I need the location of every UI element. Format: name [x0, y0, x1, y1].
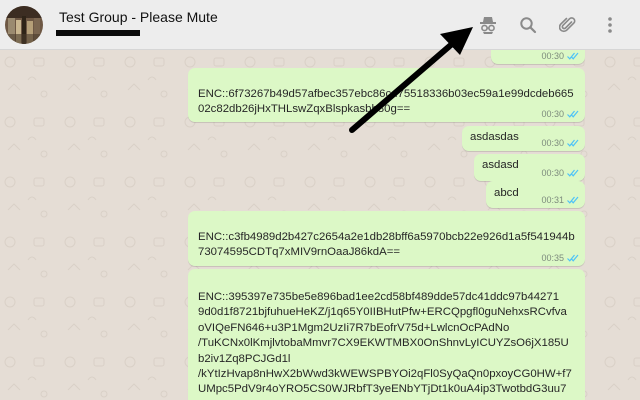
search-icon[interactable] — [516, 13, 540, 37]
message-text: test — [500, 50, 518, 55]
message-text: asdasdas — [470, 131, 519, 143]
incognito-icon[interactable] — [476, 13, 500, 37]
message-meta: 00:35 — [541, 253, 579, 263]
message-time: 00:30 — [541, 51, 564, 61]
read-ticks-icon — [567, 254, 579, 262]
message-text-line: oVIQeFN646+u3P1Mgm2UzIi7R7bEofrV75d+Lwlc… — [198, 321, 510, 334]
message-time: 00:30 — [541, 138, 564, 148]
message-bubble[interactable]: ENC::6f73267b49d57afbec357ebc86cd7551833… — [188, 68, 585, 122]
message-bubble[interactable]: ENC::c3fb4989d2b427c2654a2e1db28bff6a597… — [188, 211, 585, 266]
message-text: ENC::c3fb4989d2b427c2654a2e1db28bff6a597… — [198, 231, 575, 258]
message-time: 00:30 — [541, 168, 564, 178]
message-text: ENC::6f73267b49d57afbec357ebc86cd7551833… — [198, 88, 574, 115]
message-bubble[interactable]: asdasd 00:30 — [474, 154, 585, 181]
redacted-participants — [56, 30, 140, 36]
menu-icon[interactable] — [598, 13, 622, 37]
message-bubble[interactable]: abcd 00:31 — [486, 181, 585, 208]
message-meta: 00:30 — [541, 109, 579, 119]
read-ticks-icon — [567, 110, 579, 118]
message-bubble[interactable]: ENC::395397e735be5e896bad1ee2cd58bf489dd… — [188, 269, 585, 400]
message-meta: 00:31 — [541, 195, 579, 205]
message-text-line: 9d0d1f8721bjfuhueHeKZ/j1q65Y0IIBHutPfw+E… — [198, 306, 567, 319]
message-list[interactable]: test 00:30 ENC::6f73267b49d57afbec357ebc… — [0, 50, 640, 400]
read-ticks-icon — [567, 169, 579, 177]
read-ticks-icon — [567, 196, 579, 204]
message-meta: 00:30 — [541, 138, 579, 148]
read-ticks-icon — [567, 139, 579, 147]
message-text-line: /TuKCNx0lKmjlvtobaMmvr7CX9EKWTMBX0OnShnv… — [198, 337, 569, 350]
message-bubble[interactable]: test 00:30 — [491, 50, 585, 64]
chat-header: Test Group - Please Mute — [0, 0, 640, 50]
message-time: 00:35 — [541, 253, 564, 263]
message-time: 00:30 — [541, 109, 564, 119]
attach-icon[interactable] — [556, 13, 580, 37]
message-time: 00:31 — [541, 195, 564, 205]
message-text-line: ENC::395397e735be5e896bad1ee2cd58bf489dd… — [198, 291, 560, 303]
message-text: asdasd — [482, 159, 519, 171]
read-ticks-icon — [567, 52, 579, 60]
message-text: ENC::395397e735be5e896bad1ee2cd58bf489dd… — [198, 290, 583, 398]
message-text-line: UMpc5PdV9r4oYRO5CS0WJRbfT3yeENbYTjDt1k0u… — [198, 383, 567, 396]
chat-title[interactable]: Test Group - Please Mute — [59, 9, 218, 25]
message-meta: 00:30 — [541, 168, 579, 178]
message-text-line: b2iv1Zq8PCJGd1l — [198, 352, 291, 365]
message-meta: 00:30 — [541, 51, 579, 61]
message-bubble[interactable]: asdasdas 00:30 — [462, 126, 585, 151]
message-text-line: /kYtIzHvap8nHwX2bWwd3kWEWSPBYOi2qFl0SyQa… — [198, 368, 572, 381]
group-avatar[interactable] — [5, 6, 43, 44]
message-text: abcd — [494, 187, 519, 199]
whatsapp-chat-window: Test Group - Please Mute 00:30 ENC::6f73… — [0, 0, 640, 400]
